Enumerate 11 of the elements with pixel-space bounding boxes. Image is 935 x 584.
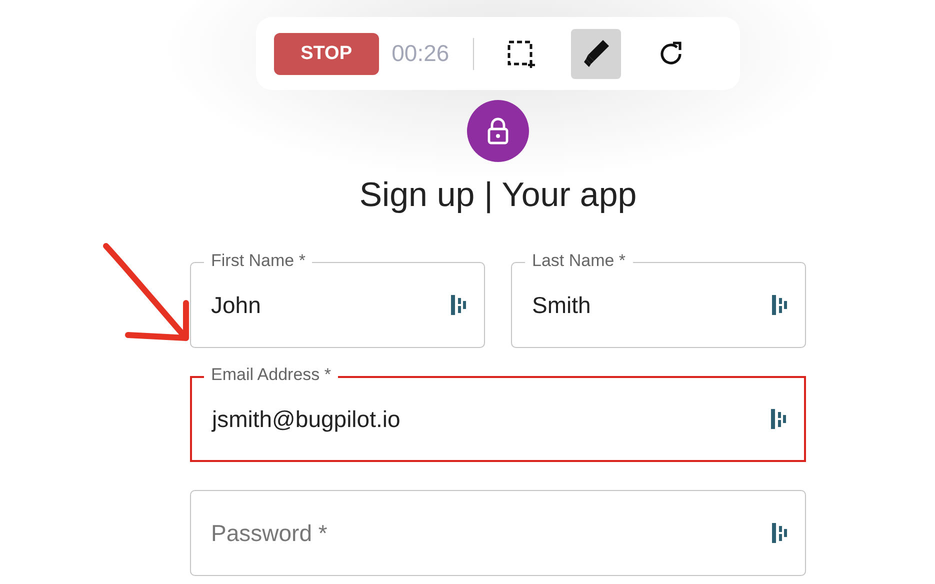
dashed-square-icon (506, 38, 536, 68)
password-manager-icon (771, 522, 789, 544)
timer: 00:26 (392, 40, 450, 67)
password-manager-icon (771, 294, 789, 316)
password-manager-icon (770, 408, 788, 430)
marker-icon (581, 38, 612, 70)
pen-tool-button[interactable] (571, 28, 621, 78)
password-manager-icon (450, 294, 468, 316)
input-field[interactable]: Password * (190, 490, 806, 576)
page-title: Sign up | Your app (359, 176, 637, 215)
stop-button[interactable]: STOP (274, 32, 379, 74)
